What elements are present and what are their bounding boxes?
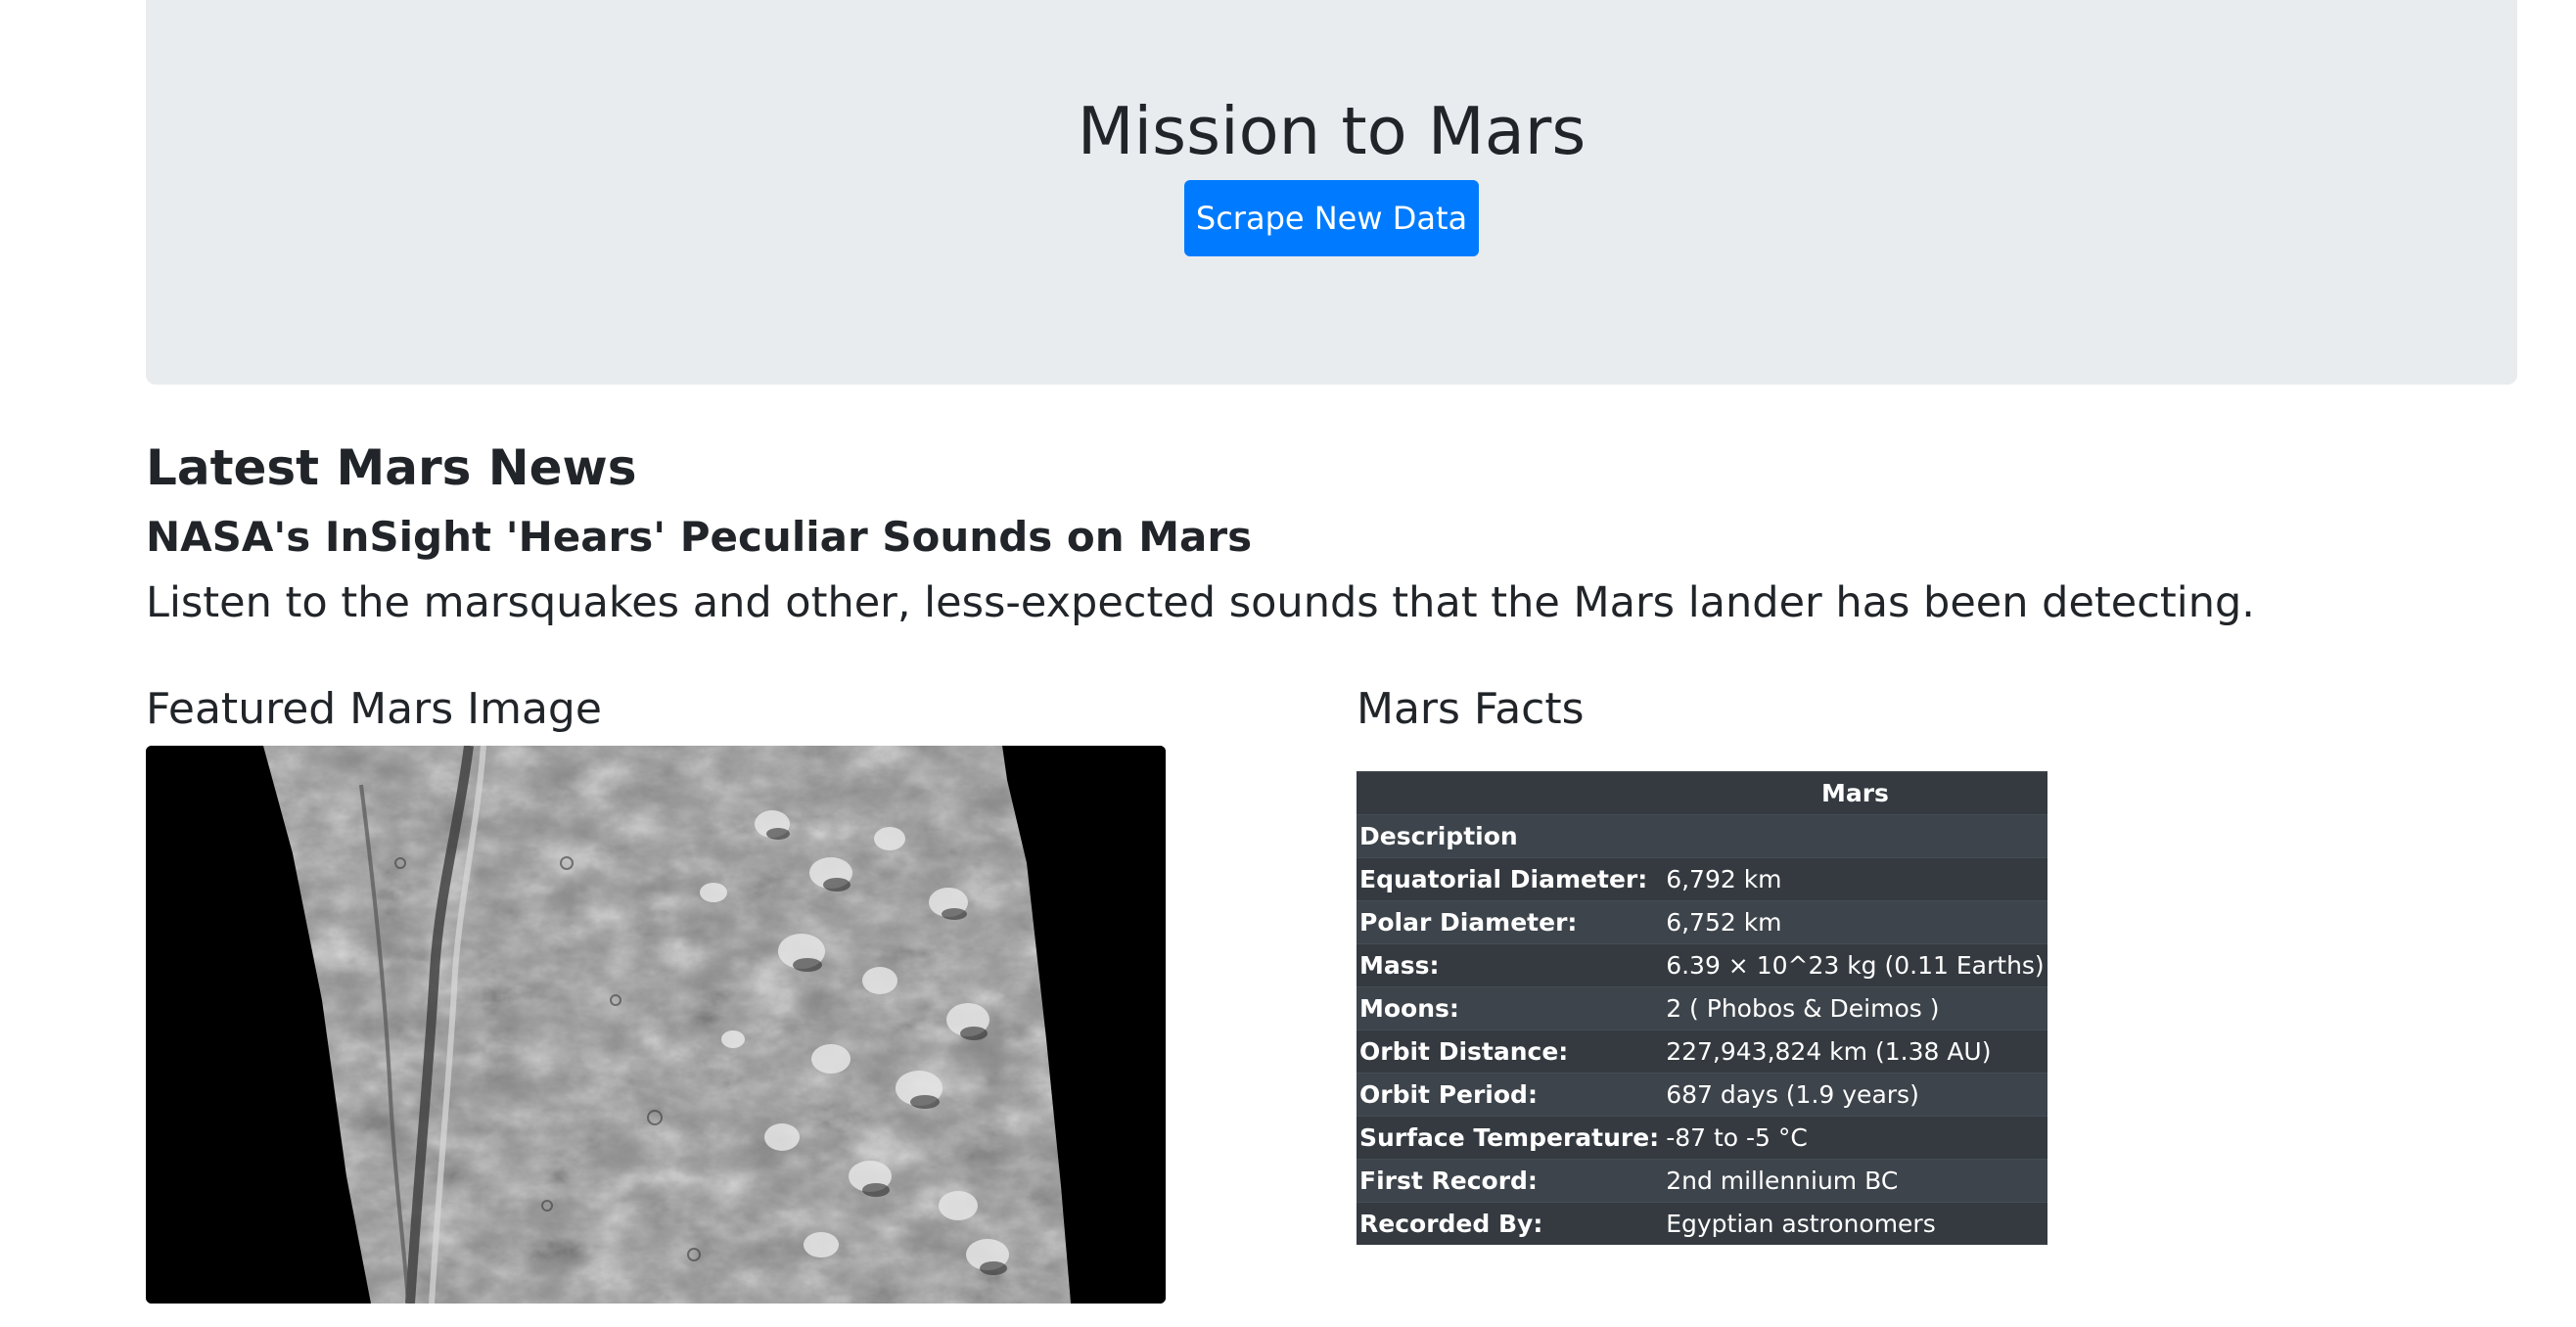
- featured-mars-image: [146, 746, 1166, 1304]
- table-column-header: Mars: [1663, 771, 2047, 815]
- fact-value: Egyptian astronomers: [1663, 1202, 2047, 1245]
- page-title: Mission to Mars: [1077, 93, 1587, 169]
- fact-value: -87 to -5 °C: [1663, 1116, 2047, 1160]
- table-row: First Record: 2nd millennium BC: [1357, 1159, 2047, 1203]
- fact-label: Orbit Distance:: [1357, 1030, 1664, 1074]
- fact-value: 6,792 km: [1663, 857, 2047, 901]
- header-jumbotron: Mission to Mars Scrape New Data: [146, 0, 2517, 385]
- table-row: Equatorial Diameter: 6,792 km: [1357, 857, 2047, 901]
- fact-label: Mass:: [1357, 943, 1664, 987]
- page: Mission to Mars Scrape New Data Latest M…: [0, 0, 2576, 1327]
- table-row: Polar Diameter: 6,752 km: [1357, 900, 2047, 944]
- table-row: Mass: 6.39 × 10^23 kg (0.11 Earths): [1357, 943, 2047, 987]
- fact-label: Moons:: [1357, 986, 1664, 1030]
- table-row: Recorded By: Egyptian astronomers: [1357, 1202, 2047, 1245]
- latest-news-heading: Latest Mars News: [146, 439, 637, 496]
- table-index-header-blank: [1663, 814, 2047, 858]
- mars-surface-image: [146, 746, 1166, 1304]
- fact-label: First Record:: [1357, 1159, 1664, 1203]
- news-teaser: Listen to the marsquakes and other, less…: [146, 578, 2255, 627]
- news-title: NASA's InSight 'Hears' Peculiar Sounds o…: [146, 513, 1253, 561]
- fact-value: 6,752 km: [1663, 900, 2047, 944]
- fact-value: 227,943,824 km (1.38 AU): [1663, 1030, 2047, 1074]
- fact-label: Recorded By:: [1357, 1202, 1664, 1245]
- mars-facts-table: Mars Description Equatorial Diameter: 6,…: [1357, 771, 2047, 1245]
- table-row: Orbit Distance: 227,943,824 km (1.38 AU): [1357, 1030, 2047, 1074]
- mars-facts-heading: Mars Facts: [1357, 684, 1585, 734]
- fact-value: 6.39 × 10^23 kg (0.11 Earths): [1663, 943, 2047, 987]
- fact-label: Orbit Period:: [1357, 1073, 1664, 1117]
- fact-value: 2 ( Phobos & Deimos ): [1663, 986, 2047, 1030]
- fact-label: Surface Temperature:: [1357, 1116, 1664, 1160]
- table-row: Orbit Period: 687 days (1.9 years): [1357, 1073, 2047, 1117]
- featured-image-heading: Featured Mars Image: [146, 684, 602, 734]
- table-corner-cell: [1357, 771, 1664, 815]
- table-index-header: Description: [1357, 814, 1664, 858]
- table-row: Moons: 2 ( Phobos & Deimos ): [1357, 986, 2047, 1030]
- fact-value: 687 days (1.9 years): [1663, 1073, 2047, 1117]
- fact-label: Polar Diameter:: [1357, 900, 1664, 944]
- scrape-new-data-button[interactable]: Scrape New Data: [1184, 180, 1479, 256]
- fact-value: 2nd millennium BC: [1663, 1159, 2047, 1203]
- table-row: Surface Temperature: -87 to -5 °C: [1357, 1116, 2047, 1160]
- fact-label: Equatorial Diameter:: [1357, 857, 1664, 901]
